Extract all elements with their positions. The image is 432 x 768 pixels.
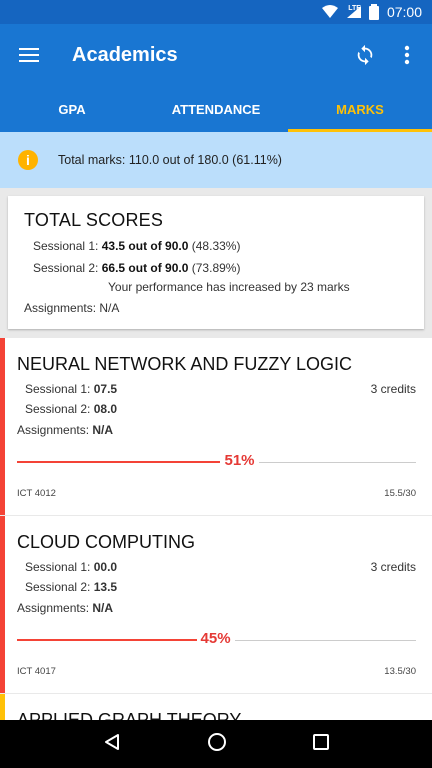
sessional2-label: Sessional 2: (25, 402, 91, 416)
total-marks-banner: i Total marks: 110.0 out of 180.0 (61.11… (0, 132, 432, 188)
info-icon: i (18, 150, 38, 170)
assignments-label: Assignments: (17, 601, 90, 615)
assignments-value: N/A (92, 601, 114, 615)
menu-icon[interactable] (0, 24, 58, 86)
sessional2-value: 66.5 out of 90.0 (101, 261, 189, 275)
subject-card[interactable]: CLOUD COMPUTING Sessional 1: 00.0 3 cred… (0, 516, 432, 693)
progress-percent: 51% (220, 452, 259, 469)
sessional1-label: Sessional 1: (25, 382, 91, 396)
sessional1-label: Sessional 1: (33, 239, 99, 253)
tab-bar: GPA ATTENDANCE MARKS (0, 86, 432, 132)
subject-card[interactable]: APPLIED GRAPH THEORY (0, 694, 432, 720)
progress-fill (17, 461, 221, 463)
subject-card[interactable]: NEURAL NETWORK AND FUZZY LOGIC Sessional… (0, 338, 432, 515)
home-icon[interactable] (207, 732, 227, 757)
score-ratio: 13.5/30 (384, 666, 416, 677)
battery-icon (368, 4, 379, 20)
overflow-menu-icon[interactable] (386, 24, 428, 86)
sessional1-label: Sessional 1: (25, 560, 91, 574)
subject-assignments: Assignments: N/A (17, 601, 113, 615)
subject-credits: 3 credits (370, 560, 416, 574)
course-code: ICT 4017 (17, 666, 56, 677)
clock: 07:00 (386, 4, 422, 20)
sessional1-value: 43.5 out of 90.0 (101, 239, 189, 253)
subject-assignments: Assignments: N/A (17, 423, 113, 437)
subject-credits: 3 credits (370, 382, 416, 396)
subject-name: NEURAL NETWORK AND FUZZY LOGIC (17, 354, 353, 374)
system-nav-bar (0, 720, 432, 768)
sessional2-label: Sessional 2: (33, 261, 99, 275)
subject-sessional1: Sessional 1: 07.5 (25, 382, 117, 396)
sessional2-label: Sessional 2: (25, 580, 91, 594)
assignments-label: Assignments: (17, 423, 90, 437)
subject-sessional1: Sessional 1: 00.0 (25, 560, 117, 574)
sessional2-pct: (73.89%) (191, 261, 241, 275)
course-code: ICT 4012 (17, 488, 56, 499)
performance-text: Your performance has increased by 23 mar… (108, 280, 350, 294)
progress-percent: 45% (196, 630, 235, 647)
subject-sessional2: Sessional 2: 13.5 (25, 580, 117, 594)
tab-gpa[interactable]: GPA (0, 86, 144, 132)
tab-marks[interactable]: MARKS (288, 86, 432, 132)
total-scores-card: TOTAL SCORES Sessional 1: 43.5 out of 90… (8, 196, 424, 329)
sessional2-value: 13.5 (93, 580, 118, 594)
total-sessional1-line: Sessional 1: 43.5 out of 90.0 (48.33%) (33, 239, 408, 253)
progress-fill (17, 639, 197, 641)
assignments-value: N/A (92, 423, 114, 437)
app-bar: Academics (0, 24, 432, 86)
refresh-icon[interactable] (344, 24, 386, 86)
total-marks-text: Total marks: 110.0 out of 180.0 (61.11%) (58, 153, 282, 167)
sessional1-pct: (48.33%) (191, 239, 241, 253)
page-title: Academics (72, 43, 178, 66)
subject-name: APPLIED GRAPH THEORY (17, 710, 242, 720)
tab-attendance[interactable]: ATTENDANCE (144, 86, 288, 132)
total-scores-heading: TOTAL SCORES (24, 210, 164, 230)
subject-name: CLOUD COMPUTING (17, 532, 196, 552)
back-icon[interactable] (103, 733, 121, 756)
status-bar: LTE 07:00 (0, 0, 432, 24)
sessional1-value: 00.0 (93, 560, 118, 574)
total-sessional2-line: Sessional 2: 66.5 out of 90.0 (73.89%) (33, 261, 408, 275)
signal-icon: LTE (346, 4, 362, 19)
progress-bar: 51% (17, 452, 416, 469)
score-ratio: 15.5/30 (384, 488, 416, 499)
subject-sessional2: Sessional 2: 08.0 (25, 402, 117, 416)
network-type: LTE (348, 4, 361, 12)
recents-icon[interactable] (313, 733, 329, 755)
total-assignments: Assignments: N/A (24, 301, 120, 315)
sessional1-value: 07.5 (93, 382, 118, 396)
wifi-icon (322, 5, 339, 19)
progress-bar: 45% (17, 630, 416, 647)
sessional2-value: 08.0 (93, 402, 118, 416)
